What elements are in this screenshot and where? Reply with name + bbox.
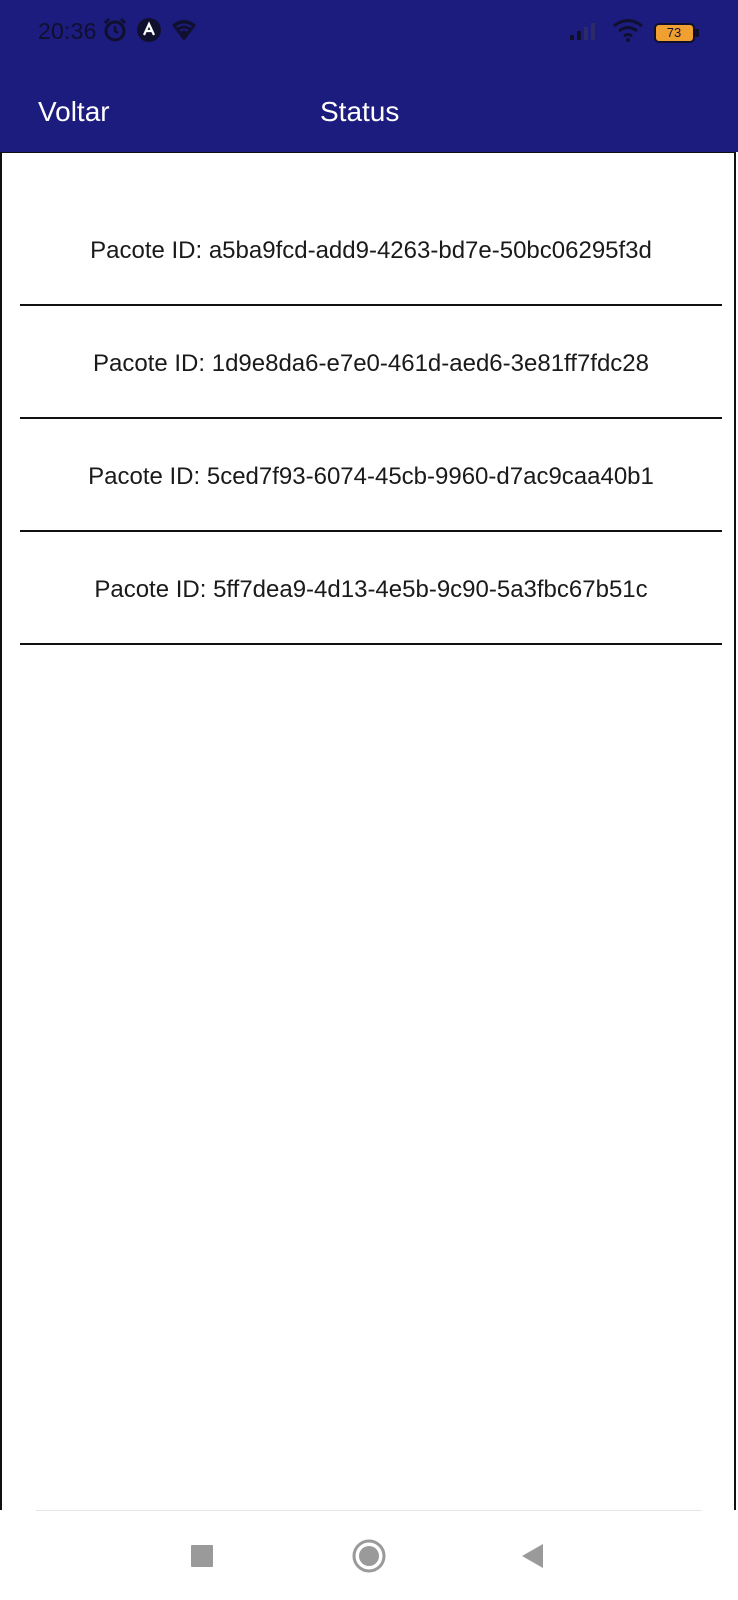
nav-divider	[36, 1510, 702, 1511]
package-list: Pacote ID: a5ba9fcd-add9-4263-bd7e-50bc0…	[20, 193, 722, 645]
app-notification-icon	[136, 17, 162, 48]
package-id-label: Pacote ID: 5ced7f93-6074-45cb-9960-d7ac9…	[88, 463, 654, 490]
screen: 20:36 73 Voltar Status Pacote ID: a5ba9f…	[0, 0, 738, 1600]
page-title: Status	[320, 96, 400, 127]
package-list-item[interactable]: Pacote ID: 5ff7dea9-4d13-4e5b-9c90-5a3fb…	[20, 532, 722, 645]
package-list-item[interactable]: Pacote ID: a5ba9fcd-add9-4263-bd7e-50bc0…	[20, 193, 722, 306]
signal-icon	[568, 19, 602, 46]
wifi-icon	[612, 18, 644, 47]
status-bar: 20:36 73	[0, 0, 738, 66]
package-list-item[interactable]: Pacote ID: 5ced7f93-6074-45cb-9960-d7ac9…	[20, 419, 722, 532]
package-id-label: Pacote ID: 1d9e8da6-e7e0-461d-aed6-3e81f…	[93, 350, 649, 377]
status-time: 20:36	[38, 18, 97, 44]
back-triangle-icon[interactable]	[510, 1534, 554, 1578]
package-id-label: Pacote ID: a5ba9fcd-add9-4263-bd7e-50bc0…	[90, 237, 652, 264]
system-nav-bar	[0, 1510, 738, 1600]
content-area: Pacote ID: a5ba9fcd-add9-4263-bd7e-50bc0…	[0, 152, 736, 1510]
vpn-wifi-icon	[170, 17, 198, 48]
recents-square-icon[interactable]	[180, 1534, 224, 1578]
status-icons-right: 73	[568, 18, 700, 47]
back-button[interactable]: Voltar	[38, 96, 110, 128]
home-circle-icon[interactable]	[347, 1534, 391, 1578]
package-id-label: Pacote ID: 5ff7dea9-4d13-4e5b-9c90-5a3fb…	[94, 576, 648, 603]
package-list-item[interactable]: Pacote ID: 1d9e8da6-e7e0-461d-aed6-3e81f…	[20, 306, 722, 419]
battery-level: 73	[666, 24, 682, 40]
status-icons-left	[102, 17, 198, 48]
app-bar: Voltar Status	[0, 66, 738, 152]
battery-icon: 73	[654, 22, 700, 44]
alarm-icon	[102, 17, 128, 48]
